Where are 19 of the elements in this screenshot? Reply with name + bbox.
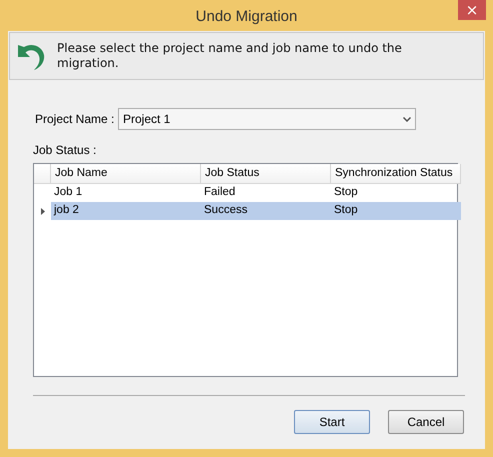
table-cell[interactable]: Failed — [201, 184, 331, 202]
table-cell[interactable]: job 2 — [51, 202, 201, 220]
column-header[interactable]: Synchronization Status — [331, 164, 461, 184]
chevron-down-icon — [403, 116, 411, 122]
project-dropdown[interactable]: Project 1 — [118, 108, 416, 130]
window-title: Undo Migration — [196, 8, 298, 25]
column-header[interactable]: Job Status — [201, 164, 331, 184]
job-status-label: Job Status : — [33, 143, 98, 157]
dialog-button[interactable]: Start — [294, 410, 370, 434]
project-name-label: Project Name : — [35, 112, 116, 126]
table-cell[interactable]: Success — [201, 202, 331, 220]
header-corner — [34, 164, 51, 184]
column-header[interactable]: Job Name — [51, 164, 201, 184]
dialog-button[interactable]: Cancel — [388, 410, 464, 434]
table-cell[interactable]: Stop — [331, 202, 461, 220]
instruction-text: Please select the project name and job name to undo the migration. — [57, 41, 403, 71]
table-cell[interactable]: Stop — [331, 184, 461, 202]
close-button[interactable]: × — [458, 0, 486, 20]
table-cell[interactable]: Job 1 — [51, 184, 201, 202]
